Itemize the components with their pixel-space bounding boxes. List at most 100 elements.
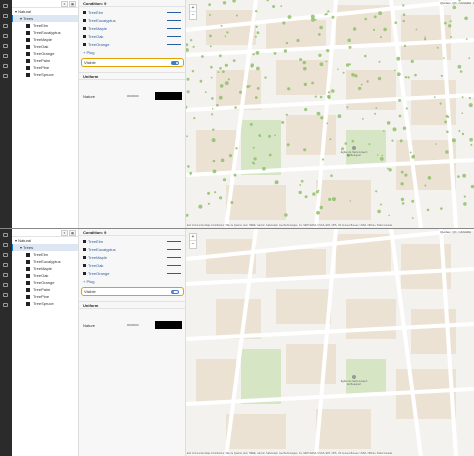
tree-symbol-icon xyxy=(26,30,30,35)
add-link[interactable]: + Plug xyxy=(83,50,94,55)
visible-toggle-row[interactable]: Visible xyxy=(81,287,184,296)
symbol-item[interactable]: TreeElm xyxy=(83,10,103,15)
zoom-out-button[interactable]: − xyxy=(190,12,196,19)
tree-symbol xyxy=(299,58,303,62)
tree-symbol xyxy=(457,175,460,178)
list-view-icon[interactable]: ≡ xyxy=(61,1,68,7)
tree-item[interactable]: TreeSpruce xyxy=(12,300,78,307)
tree-symbol xyxy=(208,3,211,6)
tree-symbol xyxy=(327,91,331,94)
tree-symbol xyxy=(394,21,397,25)
search-icon[interactable] xyxy=(3,243,8,247)
edit-icon[interactable] xyxy=(3,24,8,28)
symbol-slider[interactable] xyxy=(167,12,181,13)
share-icon[interactable] xyxy=(3,54,8,58)
symbol-slider[interactable] xyxy=(167,20,181,21)
zoom-out-button[interactable]: − xyxy=(190,241,196,248)
tree-item[interactable]: TreePalm xyxy=(12,286,78,293)
tree-symbol xyxy=(316,111,321,116)
symbol-slider[interactable] xyxy=(167,28,181,29)
color-swatch[interactable] xyxy=(155,92,182,100)
visible-toggle-row[interactable]: Visible xyxy=(81,58,184,67)
tree-symbol xyxy=(382,130,385,132)
tree-item[interactable]: TreeOak xyxy=(12,272,78,279)
tree-item[interactable]: TreeOak xyxy=(12,43,78,50)
tree-symbol xyxy=(447,115,450,118)
tree-symbol xyxy=(364,54,367,58)
tree-item-label: TreeOak xyxy=(33,44,49,49)
tree-item[interactable]: TreePalm xyxy=(12,57,78,64)
tree-item[interactable]: TreeOrange xyxy=(12,50,78,57)
tree-root[interactable]: ▾ Natural xyxy=(12,237,78,244)
symbol-slider[interactable] xyxy=(167,249,181,250)
tree-symbol xyxy=(403,44,407,48)
help-icon[interactable] xyxy=(3,303,8,307)
search-icon[interactable] xyxy=(3,14,8,18)
symbol-item[interactable]: TreeEucalyptus xyxy=(83,18,116,23)
tree-item[interactable]: TreeSpruce xyxy=(12,71,78,78)
symbol-slider[interactable] xyxy=(167,36,181,37)
measure-icon[interactable] xyxy=(3,273,8,277)
layers-icon[interactable] xyxy=(3,4,8,8)
tree-item[interactable]: TreeEucalyptus xyxy=(12,29,78,36)
add-link[interactable]: + Plug xyxy=(83,279,94,284)
tree-item[interactable]: TreeElm xyxy=(12,22,78,29)
symbol-item[interactable]: TreeOrange xyxy=(83,42,109,47)
help-icon[interactable] xyxy=(3,74,8,78)
symbol-item[interactable]: TreeMaple xyxy=(83,26,107,31)
tree-symbol xyxy=(226,31,229,34)
layers-icon[interactable] xyxy=(3,233,8,237)
symbol-slider[interactable] xyxy=(167,273,181,274)
settings-icon[interactable] xyxy=(3,64,8,68)
symbol-slider[interactable] xyxy=(167,257,181,258)
symbol-slider[interactable] xyxy=(167,241,181,242)
symbol-item[interactable]: TreeOak xyxy=(83,34,103,39)
tree-item[interactable]: TreePine xyxy=(12,293,78,300)
tree-item[interactable]: TreeEucalyptus xyxy=(12,258,78,265)
building-block xyxy=(226,414,286,449)
share-icon[interactable] xyxy=(3,283,8,287)
tree-item[interactable]: TreePine xyxy=(12,64,78,71)
map-view[interactable]: + − Québec, QC, CANADA Église de Saint-J… xyxy=(186,0,474,228)
settings-icon[interactable] xyxy=(3,293,8,297)
symbol-slider[interactable] xyxy=(167,265,181,266)
symbol-item[interactable]: TreeEucalyptus xyxy=(83,247,116,252)
tree-group[interactable]: ▾ Trees xyxy=(12,244,78,251)
tree-item[interactable]: TreeOrange xyxy=(12,279,78,286)
tree-item[interactable]: TreeMaple xyxy=(12,36,78,43)
select-icon[interactable] xyxy=(3,263,8,267)
visible-toggle[interactable] xyxy=(171,289,179,294)
symbol-item[interactable]: TreeOak xyxy=(83,263,103,268)
tree-group[interactable]: ▾ Trees xyxy=(12,15,78,22)
zoom-in-button[interactable]: + xyxy=(190,5,196,12)
tree-toolbar: ≡ ▦ xyxy=(12,0,78,8)
poi-label: Église de Saint-Joseph de Beauport xyxy=(340,151,368,157)
tree-symbol xyxy=(461,132,465,136)
measure-icon[interactable] xyxy=(3,44,8,48)
tree-symbol xyxy=(463,195,466,198)
edit-icon[interactable] xyxy=(3,253,8,257)
tree-symbol xyxy=(220,158,225,163)
tree-symbol xyxy=(346,106,349,109)
tree-symbol xyxy=(379,203,382,206)
select-icon[interactable] xyxy=(3,34,8,38)
tree-item[interactable]: TreeMaple xyxy=(12,265,78,272)
grid-view-icon[interactable]: ▦ xyxy=(69,1,76,7)
symbol-item[interactable]: TreeMaple xyxy=(83,255,107,260)
tree-symbol-icon xyxy=(26,58,30,63)
color-swatch[interactable] xyxy=(155,321,182,329)
symbol-item[interactable]: TreeElm xyxy=(83,239,103,244)
map-view[interactable]: + − Québec, QC, CANADA Église de Saint-J… xyxy=(186,229,474,456)
visible-toggle[interactable] xyxy=(171,60,179,65)
tree-root[interactable]: ▾ Natural xyxy=(12,8,78,15)
symbol-swatch-icon xyxy=(83,27,86,31)
tree-symbol xyxy=(461,96,464,99)
grid-view-icon[interactable]: ▦ xyxy=(69,230,76,236)
symbol-slider[interactable] xyxy=(167,44,181,45)
tree-symbol xyxy=(216,103,219,107)
tree-item[interactable]: TreeElm xyxy=(12,251,78,258)
symbol-swatch-icon xyxy=(83,264,86,268)
zoom-in-button[interactable]: + xyxy=(190,234,196,241)
list-view-icon[interactable]: ≡ xyxy=(61,230,68,236)
symbol-item[interactable]: TreeOrange xyxy=(83,271,109,276)
